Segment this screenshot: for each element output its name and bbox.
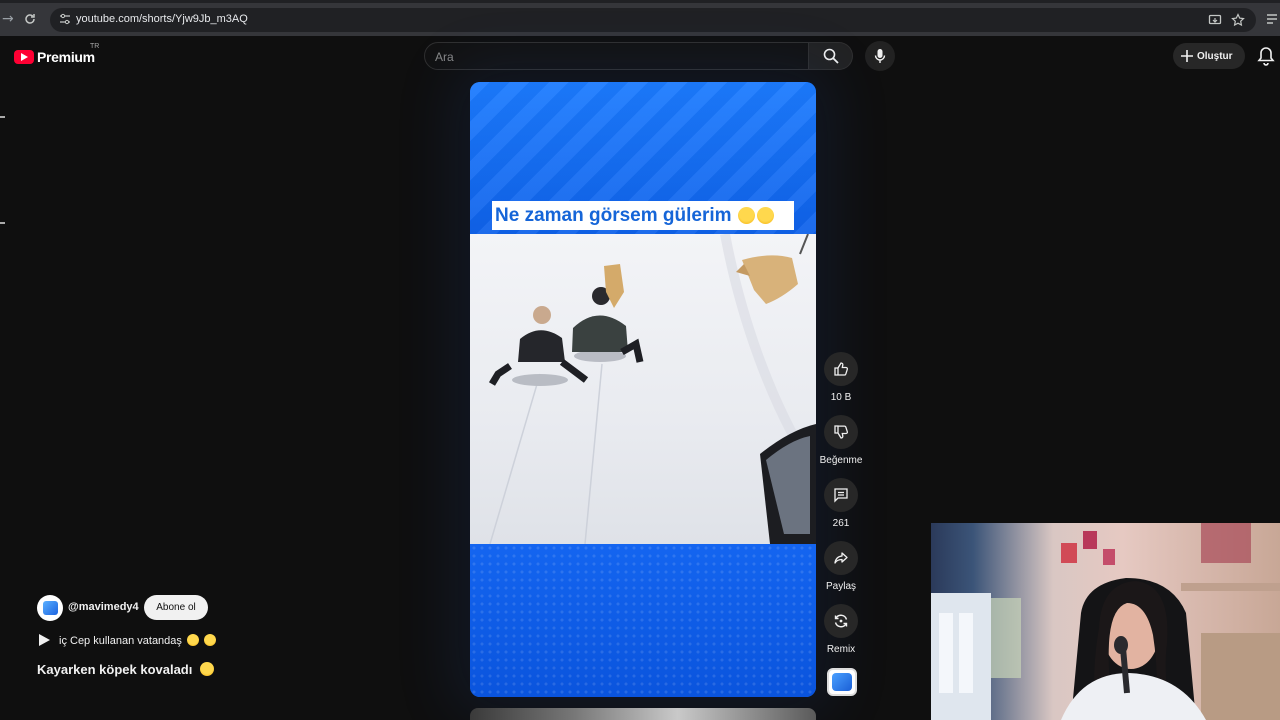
dislike-button[interactable] — [824, 415, 858, 449]
video-bottom-band — [470, 544, 816, 697]
video-title[interactable]: Kayarken köpek kovaladı — [37, 662, 214, 677]
plus-icon — [1181, 50, 1193, 62]
remix-action[interactable]: Remix — [818, 604, 864, 655]
search-button[interactable] — [809, 42, 853, 70]
share-action[interactable]: Paylaş — [818, 541, 864, 592]
share-button[interactable] — [824, 541, 858, 575]
search-input[interactable] — [435, 48, 795, 66]
reload-icon[interactable] — [24, 13, 36, 25]
site-settings-icon[interactable] — [58, 12, 72, 26]
comment-button[interactable] — [824, 478, 858, 512]
create-label: Oluştur — [1197, 50, 1233, 62]
remix-label: Remix — [826, 644, 856, 655]
short-video-player[interactable]: Ne zaman görsem gülerim — [470, 82, 816, 697]
address-bar[interactable]: youtube.com/shorts/Yjw9Jb_m3AQ — [50, 8, 1256, 32]
webcam-scene — [931, 523, 1280, 720]
search-box — [424, 42, 809, 70]
dislike-action[interactable]: Beğenme — [818, 415, 864, 466]
video-caption-text: Ne zaman görsem gülerim — [495, 204, 732, 226]
snow-sled-scene — [488, 234, 816, 544]
channel-handle[interactable]: @mavimedy4 — [68, 601, 139, 613]
youtube-logo-icon — [14, 50, 34, 64]
like-button[interactable] — [824, 352, 858, 386]
channel-avatar[interactable] — [37, 595, 63, 621]
share-icon — [834, 552, 848, 564]
video-frame — [470, 234, 816, 544]
bell-icon[interactable] — [1257, 46, 1275, 66]
webcam-overlay — [931, 523, 1280, 720]
video-title-text: Kayarken köpek kovaladı — [37, 662, 193, 677]
url-text[interactable]: youtube.com/shorts/Yjw9Jb_m3AQ — [76, 13, 248, 25]
mic-icon — [874, 49, 886, 63]
laughing-emoji-icon — [756, 207, 774, 224]
comment-icon — [834, 488, 848, 503]
play-icon[interactable] — [39, 634, 50, 646]
browser-toolbar: → youtube.com/shorts/Yjw9Jb_m3AQ — [0, 0, 1280, 36]
like-action[interactable]: 10 B — [818, 352, 864, 403]
star-icon[interactable] — [1231, 13, 1245, 27]
search-icon — [823, 48, 839, 64]
remix-icon — [834, 614, 848, 628]
comment-count: 261 — [832, 518, 850, 529]
sidebar-edge-mark — [0, 222, 5, 224]
sidebar-edge-mark — [0, 116, 5, 118]
logo-text: Premium — [37, 49, 95, 65]
laughing-emoji-icon — [204, 634, 217, 646]
laughing-emoji-icon — [199, 662, 214, 676]
extensions-icon[interactable] — [1266, 12, 1278, 26]
subscribe-button[interactable]: Abone ol — [144, 595, 208, 620]
like-count: 10 B — [830, 392, 852, 403]
voice-search-button[interactable] — [865, 41, 895, 71]
youtube-premium-logo[interactable]: Premium TR — [14, 43, 99, 67]
thumbs-down-icon — [834, 425, 849, 439]
country-code: TR — [90, 43, 100, 50]
share-label: Paylaş — [825, 581, 856, 592]
sound-thumbnail[interactable] — [827, 668, 857, 696]
back-icon[interactable]: → — [2, 11, 14, 27]
create-button[interactable]: Oluştur — [1173, 43, 1245, 69]
video-caption-box: Ne zaman görsem gülerim — [492, 201, 794, 230]
comment-action[interactable]: 261 — [818, 478, 864, 529]
remix-button[interactable] — [824, 604, 858, 638]
install-icon[interactable] — [1208, 13, 1222, 27]
sound-link[interactable]: iç Cep kullanan vatandaş — [59, 634, 217, 647]
sound-text: iç Cep kullanan vatandaş — [59, 635, 182, 647]
dislike-label: Beğenme — [819, 455, 863, 466]
next-short-preview[interactable] — [470, 708, 816, 720]
laughing-emoji-icon — [737, 207, 755, 224]
laughing-emoji-icon — [186, 634, 199, 646]
thumbs-up-icon — [834, 362, 849, 376]
